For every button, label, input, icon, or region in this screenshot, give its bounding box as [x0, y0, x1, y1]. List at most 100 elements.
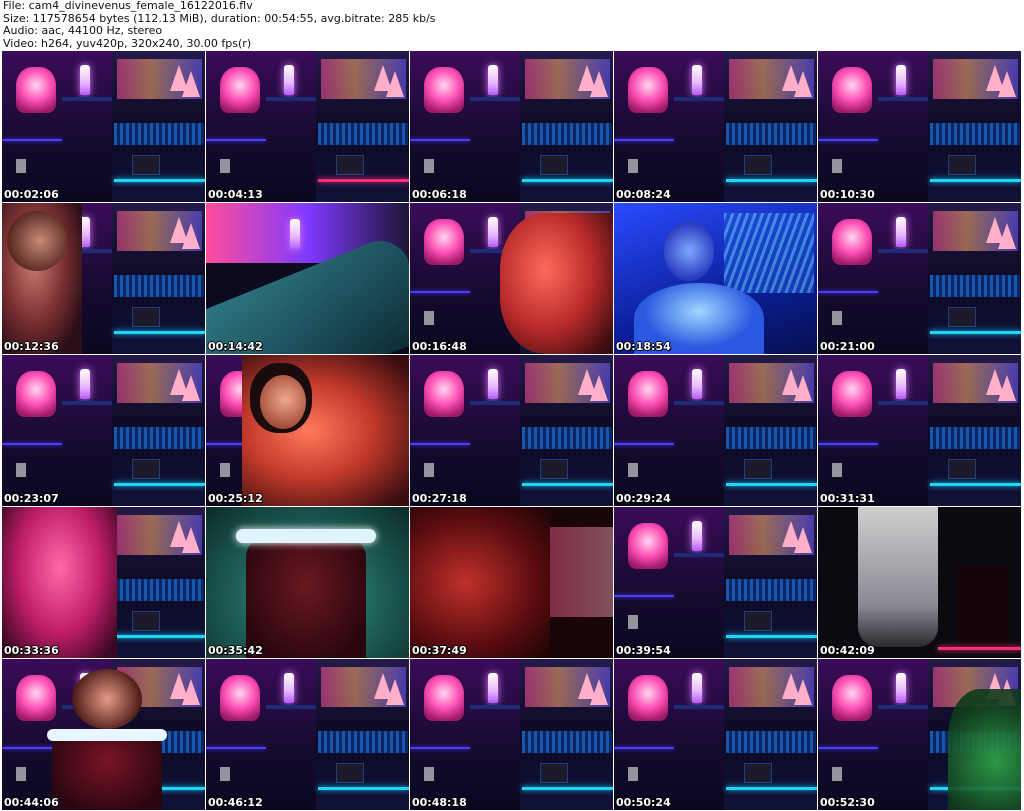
bottle-icon — [692, 521, 702, 551]
neon-strip — [726, 635, 817, 638]
corset — [246, 537, 366, 658]
small-object — [220, 159, 230, 173]
dessert-display — [628, 675, 668, 721]
glass-rack — [726, 427, 816, 449]
video-info-line: Video: h264, yuv420p, 320x240, 30.00 fps… — [3, 36, 252, 50]
glass-rack — [114, 275, 204, 297]
small-object — [628, 615, 638, 629]
glass-rack — [318, 731, 408, 753]
small-object — [16, 159, 26, 173]
thumbnail-timestamp: 00:39:54 — [616, 644, 671, 657]
bottle-icon — [488, 65, 498, 95]
bottle-icon — [692, 673, 702, 703]
shirt — [858, 507, 938, 647]
neon-strip-left — [410, 139, 470, 141]
face — [72, 669, 142, 729]
thumbnail-timestamp: 00:44:06 — [4, 796, 59, 809]
dessert-display — [424, 67, 464, 113]
thumbnail-timestamp: 00:10:30 — [820, 188, 875, 201]
bar-equipment — [744, 611, 772, 631]
green-blur — [948, 689, 1021, 810]
thumbnail-timestamp: 00:27:18 — [412, 492, 467, 505]
bar-equipment — [744, 459, 772, 479]
dessert-display — [220, 67, 260, 113]
video-thumbnail: 00:21:00 — [818, 203, 1021, 354]
dessert-display — [832, 219, 872, 265]
tree-decoration — [998, 223, 1016, 249]
dessert-display — [424, 675, 464, 721]
video-thumbnail: 00:25:12 — [206, 355, 409, 506]
tree-decoration — [794, 527, 812, 553]
audio-info-line: Audio: aac, 44100 Hz, stereo — [3, 24, 163, 37]
glass-rack — [114, 579, 204, 601]
thumbnail-timestamp: 00:16:48 — [412, 340, 467, 353]
neon-strip — [930, 179, 1021, 182]
glass-rack — [726, 731, 816, 753]
thumbnail-timestamp: 00:37:49 — [412, 644, 467, 657]
dessert-display — [16, 675, 56, 721]
bottle-icon — [284, 673, 294, 703]
video-thumbnail: 00:39:54 — [614, 507, 817, 658]
small-object — [424, 463, 434, 477]
video-thumbnail: 00:31:31 — [818, 355, 1021, 506]
shelf — [878, 705, 928, 709]
bar-equipment — [336, 155, 364, 175]
dessert-display — [424, 219, 464, 265]
thumbnail-timestamp: 00:52:30 — [820, 796, 875, 809]
neon-strip-left — [410, 443, 470, 445]
video-thumbnail: 00:33:36 — [2, 507, 205, 658]
thumbnail-timestamp: 00:25:12 — [208, 492, 263, 505]
tree-decoration — [182, 679, 200, 705]
small-object — [16, 767, 26, 781]
tree-decoration — [386, 679, 404, 705]
neon-strip — [114, 635, 205, 638]
video-thumbnail: 00:16:48 — [410, 203, 613, 354]
video-thumbnail: 00:27:18 — [410, 355, 613, 506]
red-closeup — [500, 213, 613, 354]
video-thumbnail: 00:29:24 — [614, 355, 817, 506]
bottle-icon — [896, 673, 906, 703]
video-thumbnail: 00:46:12 — [206, 659, 409, 810]
shelf — [62, 97, 112, 101]
video-thumbnail: 00:18:54 — [614, 203, 817, 354]
dessert-display — [16, 371, 56, 417]
dessert-display — [628, 67, 668, 113]
bottle-icon — [896, 65, 906, 95]
bottle-icon — [488, 673, 498, 703]
glass-rack — [522, 731, 612, 753]
thumbnail-timestamp: 00:14:42 — [208, 340, 263, 353]
video-thumbnail: 00:50:24 — [614, 659, 817, 810]
neon-strip-left — [2, 139, 62, 141]
shelf — [266, 705, 316, 709]
neon-strip — [930, 331, 1021, 334]
small-object — [424, 767, 434, 781]
neon-strip — [930, 483, 1021, 486]
neon-strip-left — [2, 443, 62, 445]
dessert-display — [16, 67, 56, 113]
neon-strip-left — [614, 139, 674, 141]
thumbnail-timestamp: 00:08:24 — [616, 188, 671, 201]
video-thumbnail: 00:06:18 — [410, 51, 613, 202]
shelf — [878, 249, 928, 253]
small-object — [832, 767, 842, 781]
thumbnail-timestamp: 00:21:00 — [820, 340, 875, 353]
video-thumbnail: 00:48:18 — [410, 659, 613, 810]
shelf — [470, 705, 520, 709]
glass-rack — [522, 123, 612, 145]
glass-rack — [724, 213, 814, 293]
face — [664, 221, 714, 281]
glass-rack — [930, 123, 1020, 145]
shelf — [266, 97, 316, 101]
neon-strip — [114, 331, 205, 334]
fur-trim — [236, 529, 376, 543]
neon-strip — [114, 483, 205, 486]
bottle-icon — [692, 369, 702, 399]
bar-equipment — [540, 763, 568, 783]
shelf — [674, 553, 724, 557]
video-thumbnail: 00:12:36 — [2, 203, 205, 354]
glass-rack — [522, 427, 612, 449]
video-thumbnail: 00:23:07 — [2, 355, 205, 506]
file-info-header: File: cam4_divinevenus_female_16122016.f… — [3, 0, 1023, 50]
small-object — [424, 311, 434, 325]
video-thumbnail: 00:35:42 — [206, 507, 409, 658]
